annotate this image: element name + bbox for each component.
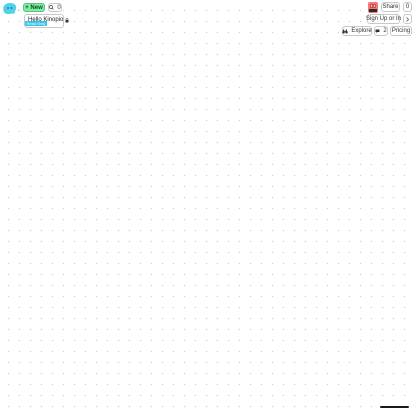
sign-up-button[interactable]: Sign Up or In bbox=[365, 14, 402, 24]
share-label: Share bbox=[382, 4, 399, 10]
chevron-right-icon bbox=[406, 16, 409, 22]
search-button[interactable]: 0 bbox=[48, 3, 62, 12]
user-menu-label: 0 bbox=[405, 4, 410, 10]
sign-up-label: Sign Up or In bbox=[365, 16, 402, 22]
pricing-label: Pricing bbox=[391, 28, 411, 34]
sidebar-toggle-button[interactable] bbox=[403, 14, 412, 24]
comments-button[interactable]: 2 bbox=[374, 26, 388, 36]
search-icon bbox=[49, 5, 55, 10]
new-space-label: + New bbox=[25, 4, 43, 11]
read-only-badge: Read Only bbox=[25, 21, 47, 26]
kinopio-logo[interactable] bbox=[2, 2, 20, 16]
explore-label: Explore bbox=[351, 28, 372, 34]
pricing-button[interactable]: Pricing bbox=[390, 26, 412, 36]
user-avatar[interactable] bbox=[368, 2, 378, 13]
explore-button[interactable]: Explore bbox=[342, 26, 372, 36]
binoculars-icon bbox=[342, 29, 349, 34]
lock-icon bbox=[65, 17, 69, 23]
share-button[interactable]: Share bbox=[381, 2, 400, 12]
comment-icon bbox=[375, 29, 380, 33]
user-menu-button[interactable]: 0 bbox=[403, 2, 412, 12]
search-shortcut: 0 bbox=[57, 4, 61, 11]
scroll-indicator bbox=[380, 406, 409, 408]
new-space-button[interactable]: + New bbox=[23, 3, 45, 12]
comments-count: 2 bbox=[383, 28, 387, 34]
